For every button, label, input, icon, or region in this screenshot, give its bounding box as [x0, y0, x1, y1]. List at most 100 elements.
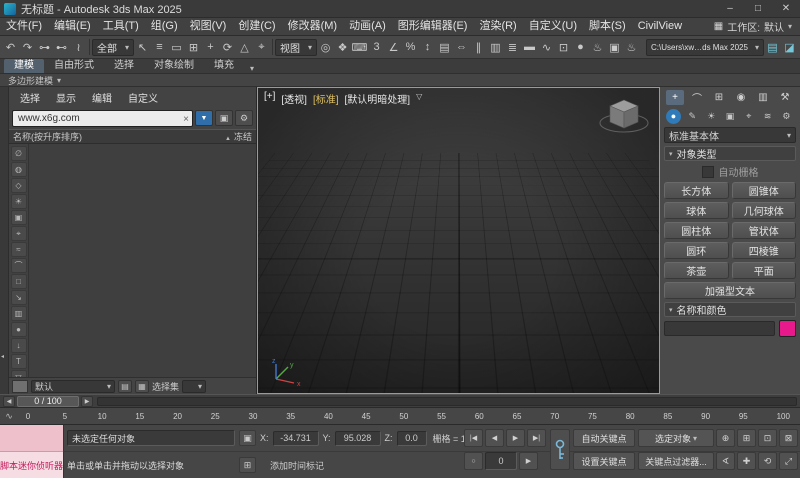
viewport-filter-icon[interactable]: [416, 91, 422, 106]
menu-item[interactable]: 创建(C): [232, 18, 281, 35]
systems-category-icon[interactable]: ⚙: [779, 109, 794, 124]
menu-item[interactable]: 渲染(R): [473, 18, 522, 35]
polygon-modeling-section[interactable]: 多边形建模: [8, 74, 53, 87]
default-set-dropdown[interactable]: 默认: [31, 379, 115, 393]
column-header-frozen[interactable]: 冻结: [234, 130, 252, 143]
display-bones-icon[interactable]: ⌒: [10, 258, 27, 273]
maxscript-mini-listener[interactable]: 脚本迷你侦听器: [0, 425, 64, 478]
display-groups-icon[interactable]: ▥: [10, 306, 27, 321]
ribbon-tab[interactable]: 填充: [204, 59, 244, 73]
lights-category-icon[interactable]: ☀: [704, 109, 719, 124]
primitive-button[interactable]: 管状体: [731, 222, 796, 239]
selection-lock-icon[interactable]: ▣: [239, 430, 256, 446]
next-frame-icon[interactable]: ▶: [519, 452, 538, 470]
name-color-rollout[interactable]: 名称和颜色: [664, 302, 796, 317]
curve-editor-icon[interactable]: ∿: [538, 38, 555, 57]
display-none-icon[interactable]: ∅: [10, 146, 27, 161]
select-and-link-icon[interactable]: ⊶: [36, 38, 53, 57]
menu-item[interactable]: 视图(V): [184, 18, 233, 35]
y-coordinate-field[interactable]: 95.028: [334, 430, 381, 446]
column-header-name[interactable]: 名称(按升序排序): [13, 130, 82, 143]
named-selection-sets-icon[interactable]: ▤: [436, 38, 453, 57]
selection-set-dropdown[interactable]: [182, 379, 207, 393]
menu-item[interactable]: 文件(F): [0, 18, 48, 35]
display-geometry-icon[interactable]: ●: [10, 322, 27, 337]
auto-key-button[interactable]: 自动关键点: [573, 429, 635, 447]
listener-pane[interactable]: 脚本迷你侦听器: [0, 452, 63, 478]
bind-to-space-warp-icon[interactable]: ≀: [70, 38, 87, 57]
menu-item[interactable]: 组(G): [145, 18, 184, 35]
fov-icon[interactable]: ∢: [716, 452, 735, 470]
display-containers-icon[interactable]: □: [10, 274, 27, 289]
ribbon-toggle-icon[interactable]: ▬: [521, 38, 538, 57]
create-tab-icon[interactable]: +: [666, 89, 684, 105]
display-lights-icon[interactable]: ☀: [10, 194, 27, 209]
settings-gear-icon[interactable]: ⚙: [235, 110, 253, 126]
list-view-icon[interactable]: ▤: [118, 379, 132, 393]
helpers-category-icon[interactable]: ⌖: [741, 109, 756, 124]
mini-curve-editor-icon[interactable]: ∿: [0, 411, 18, 422]
go-to-start-icon[interactable]: |◀: [464, 429, 483, 447]
rendered-frame-window-icon[interactable]: ▣: [606, 38, 623, 57]
explorer-menu[interactable]: 编辑: [85, 90, 119, 105]
mirror-icon[interactable]: ⇔: [453, 38, 470, 57]
primitive-button[interactable]: 圆柱体: [664, 222, 729, 239]
display-spacewarps-icon[interactable]: ≈: [10, 242, 27, 257]
key-mode-toggle-icon[interactable]: ○: [464, 452, 483, 470]
selection-filter-dropdown[interactable]: 全部: [92, 38, 134, 56]
percent-snap-icon[interactable]: %: [402, 38, 419, 57]
menu-item[interactable]: 脚本(S): [583, 18, 632, 35]
ribbon-tab[interactable]: 自由形式: [44, 59, 104, 73]
menu-item[interactable]: 动画(A): [343, 18, 392, 35]
hierarchy-tab-icon[interactable]: ⊞: [710, 90, 728, 105]
object-color-swatch[interactable]: [779, 320, 796, 337]
maximize-viewport-icon[interactable]: ⤢: [779, 452, 798, 470]
project-path-dropdown[interactable]: C:\Users\xw…ds Max 2025: [646, 38, 764, 56]
minimize-button[interactable]: –: [716, 0, 744, 17]
viewport-shading-menu[interactable]: [默认明暗处理]: [345, 91, 411, 106]
track-bar[interactable]: ∿ 0 5 10 15 20 25 30 35 40 45 50 55 60 65 70 75 80 85 90 95…: [0, 408, 800, 425]
zoom-extents-all-icon[interactable]: ⊠: [779, 429, 798, 447]
primitive-button-text-plus[interactable]: 加强型文本: [664, 282, 796, 299]
clear-search-icon[interactable]: [183, 109, 189, 127]
collapse-arrow-icon[interactable]: [1, 353, 4, 360]
primitive-button[interactable]: 圆锥体: [731, 182, 796, 199]
time-slider-handle[interactable]: 0 / 100: [17, 395, 79, 407]
play-icon[interactable]: ▶: [506, 429, 525, 447]
scene-explorer-toggle-icon[interactable]: ▥: [487, 38, 504, 57]
display-shapes-icon[interactable]: ◇: [10, 178, 27, 193]
select-object-icon[interactable]: ↖: [134, 38, 151, 57]
display-helpers-icon[interactable]: ⌖: [10, 226, 27, 241]
display-tab-icon[interactable]: ▥: [754, 90, 772, 105]
primitive-button[interactable]: 四棱锥: [731, 242, 796, 259]
menu-item[interactable]: 编辑(E): [48, 18, 97, 35]
orbit-icon[interactable]: ⟲: [758, 452, 777, 470]
use-center-icon[interactable]: ◎: [317, 38, 334, 57]
asset-browser-icon[interactable]: ◪: [781, 38, 798, 57]
filter-combinations-icon[interactable]: ▽: [10, 370, 27, 377]
zoom-all-icon[interactable]: ⊞: [737, 429, 756, 447]
set-key-button[interactable]: 设置关键点: [573, 452, 635, 470]
explorer-menu[interactable]: 自定义: [121, 90, 165, 105]
utilities-tab-icon[interactable]: ⚒: [776, 90, 794, 105]
reference-coordinate-dropdown[interactable]: 视图: [275, 38, 317, 56]
primitive-button[interactable]: 几何球体: [731, 202, 796, 219]
render-production-icon[interactable]: ♨: [623, 38, 640, 57]
select-and-scale-icon[interactable]: △: [236, 38, 253, 57]
menu-item[interactable]: 工具(T): [97, 18, 145, 35]
primitive-button[interactable]: 茶壶: [664, 262, 729, 279]
viewport[interactable]: [+] [透视] [标准] [默认明暗处理] x y z: [257, 87, 660, 394]
sort-ascending-icon[interactable]: [225, 132, 231, 142]
align-icon[interactable]: ∥: [470, 38, 487, 57]
select-and-manipulate-icon[interactable]: ❖: [334, 38, 351, 57]
zoom-extents-icon[interactable]: ⊡: [758, 429, 777, 447]
sort-ascending-icon[interactable]: ↓: [10, 338, 27, 353]
unlink-selection-icon[interactable]: ⊷: [53, 38, 70, 57]
current-frame-field[interactable]: 0: [485, 452, 517, 470]
filter-icon[interactable]: [195, 110, 213, 126]
search-input[interactable]: [16, 111, 184, 125]
cameras-category-icon[interactable]: ▣: [722, 109, 737, 124]
redo-icon[interactable]: ↷: [19, 38, 36, 57]
absolute-mode-icon[interactable]: ⊞: [239, 457, 256, 473]
explorer-menu[interactable]: 选择: [13, 90, 47, 105]
